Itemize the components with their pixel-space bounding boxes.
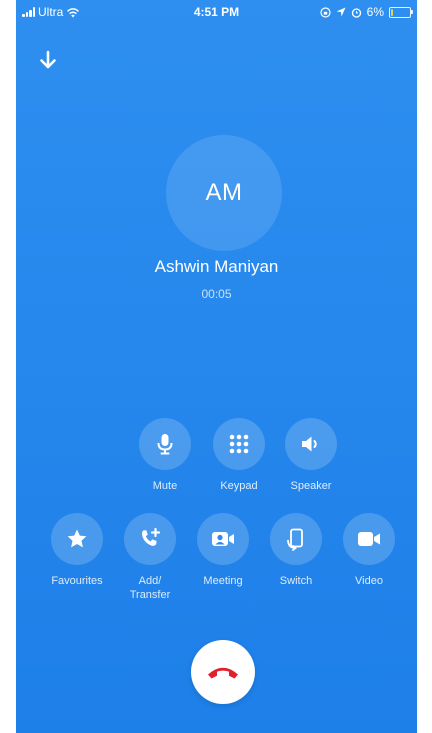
meeting-circle [197, 513, 249, 565]
meeting-label: Meeting [203, 575, 243, 587]
alarm-icon [351, 7, 361, 18]
battery-fill [391, 8, 393, 16]
add-transfer-button[interactable]: Add/ Transfer [113, 513, 187, 602]
favourites-label: Favourites [51, 575, 103, 587]
microphone-icon [157, 434, 173, 455]
mute-circle [139, 418, 191, 470]
battery-percent: 6% [366, 5, 384, 19]
mute-button[interactable]: Mute [128, 418, 202, 493]
status-right: 6% [320, 5, 413, 19]
caller-initials: AM [205, 179, 243, 206]
speaker-circle [285, 418, 337, 470]
keypad-button[interactable]: Keypad [202, 418, 276, 493]
meeting-icon [212, 532, 234, 546]
location-icon [336, 7, 346, 17]
favourites-circle [51, 513, 103, 565]
switch-label: Switch [279, 575, 313, 587]
add-label-line: Add/ Transfer [129, 575, 171, 601]
star-icon [67, 529, 87, 548]
minimize-call-button[interactable] [36, 48, 60, 72]
call-screen: Ultra 4:51 PM 6% AM Ashwin Maniyan 00:05… [16, 0, 417, 733]
video-button[interactable]: Video [332, 513, 406, 588]
keypad-circle [213, 418, 265, 470]
meeting-button[interactable]: Meeting [186, 513, 260, 588]
status-bar: Ultra 4:51 PM 6% [16, 0, 417, 22]
caller-avatar: AM [166, 135, 282, 251]
video-label: Video [355, 575, 383, 587]
mute-label: Mute [152, 480, 178, 492]
keypad-icon [229, 434, 249, 454]
battery-icon [389, 6, 413, 18]
end-call-button[interactable] [191, 640, 255, 704]
video-circle [343, 513, 395, 565]
favourites-button[interactable]: Favourites [40, 513, 114, 588]
arrow-down-icon [40, 50, 56, 69]
keypad-label: Keypad [220, 480, 258, 492]
switch-circle [270, 513, 322, 565]
add-call-icon [141, 527, 161, 546]
orientation-lock-icon [320, 6, 331, 18]
switch-button[interactable]: Switch [259, 513, 333, 588]
video-icon [358, 532, 380, 546]
caller-name: Ashwin Maniyan [154, 257, 279, 276]
add-transfer-circle [124, 513, 176, 565]
add-transfer-label: Add/ Transfer [113, 574, 187, 602]
call-duration: 00:05 [201, 287, 232, 301]
speaker-icon [302, 436, 317, 452]
phone-hangup-icon [208, 667, 238, 679]
speaker-button[interactable]: Speaker [274, 418, 348, 493]
speaker-label: Speaker [290, 480, 332, 492]
switch-device-icon [287, 528, 303, 551]
